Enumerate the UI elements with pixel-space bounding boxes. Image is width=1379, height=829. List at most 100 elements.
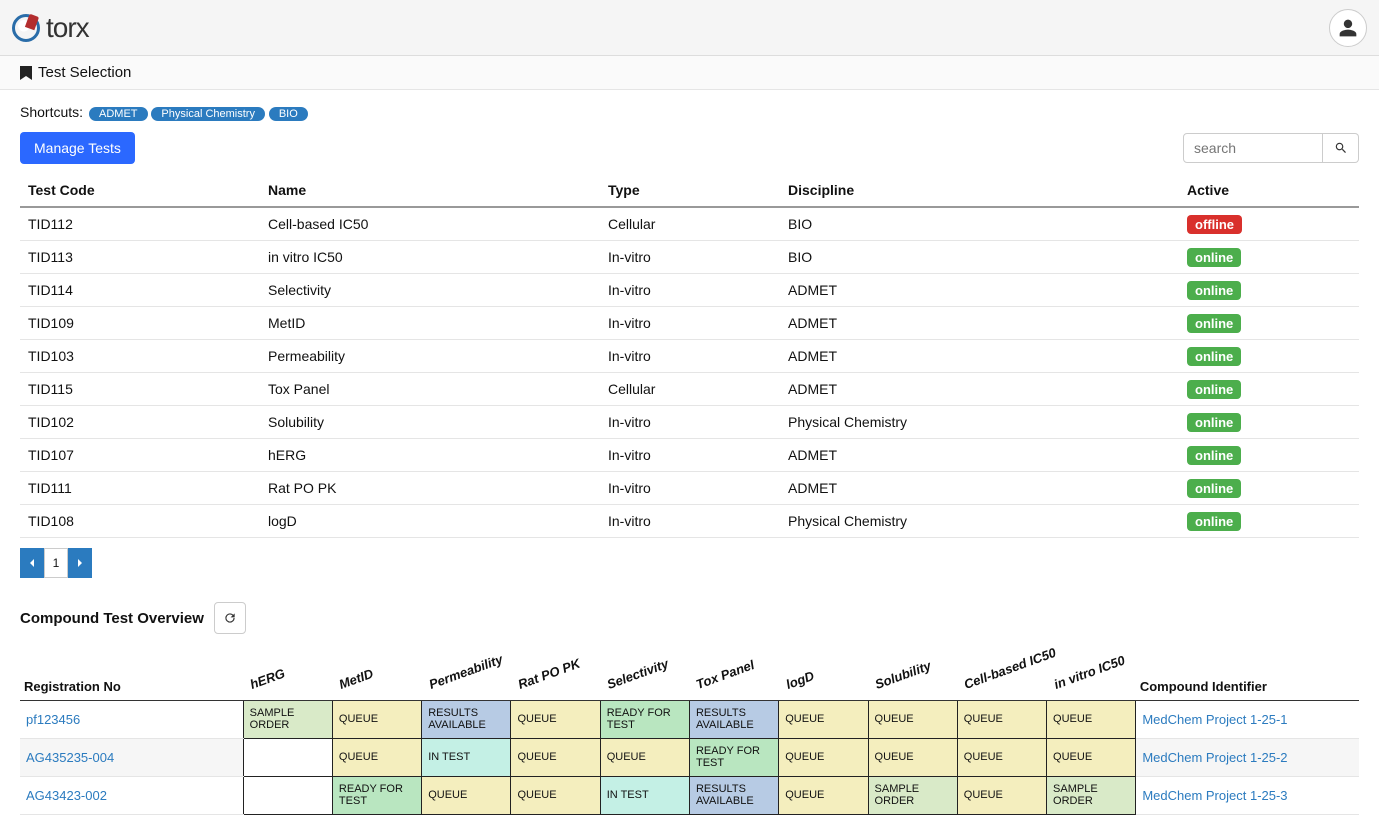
status-cell[interactable]: QUEUE: [779, 738, 868, 776]
status-cell[interactable]: QUEUE: [779, 776, 868, 814]
th-name[interactable]: Name: [260, 174, 600, 207]
status-cell[interactable]: QUEUE: [600, 738, 689, 776]
status-cell[interactable]: QUEUE: [511, 738, 600, 776]
th-compound-identifier[interactable]: Compound Identifier: [1136, 644, 1359, 700]
cell-code: TID112: [20, 207, 260, 241]
shortcut-pill[interactable]: BIO: [269, 107, 308, 121]
search-input[interactable]: [1183, 133, 1323, 163]
cell-type: In-vitro: [600, 406, 780, 439]
status-badge: online: [1187, 446, 1241, 465]
status-cell[interactable]: READY FOR TEST: [600, 700, 689, 738]
registration-link[interactable]: AG435235-004: [26, 750, 114, 765]
user-menu-button[interactable]: [1329, 9, 1367, 47]
th-active[interactable]: Active: [1179, 174, 1359, 207]
th-registration-no[interactable]: Registration No: [20, 644, 243, 700]
overview-row: AG435235-004QUEUEIN TESTQUEUEQUEUEREADY …: [20, 738, 1359, 776]
shortcut-pill[interactable]: ADMET: [89, 107, 148, 121]
search-icon: [1334, 141, 1348, 155]
cell-name: MetID: [260, 307, 600, 340]
logo[interactable]: torx: [12, 12, 89, 44]
status-cell[interactable]: QUEUE: [957, 700, 1046, 738]
page-prev-button[interactable]: [20, 548, 44, 578]
cell-code: TID114: [20, 274, 260, 307]
status-cell[interactable]: READY FOR TEST: [689, 738, 778, 776]
compound-link[interactable]: MedChem Project 1-25-1: [1142, 712, 1287, 727]
status-cell[interactable]: QUEUE: [1047, 738, 1136, 776]
th-test[interactable]: Permeability: [422, 644, 511, 700]
th-discipline[interactable]: Discipline: [780, 174, 1179, 207]
status-cell[interactable]: READY FOR TEST: [332, 776, 421, 814]
table-row[interactable]: TID115Tox PanelCellularADMETonline: [20, 373, 1359, 406]
status-cell[interactable]: SAMPLE ORDER: [1047, 776, 1136, 814]
table-row[interactable]: TID111Rat PO PKIn-vitroADMETonline: [20, 472, 1359, 505]
compound-link[interactable]: MedChem Project 1-25-2: [1142, 750, 1287, 765]
th-test[interactable]: Tox Panel: [689, 644, 778, 700]
cell-compound-identifier: MedChem Project 1-25-3: [1136, 776, 1359, 814]
th-test[interactable]: logD: [779, 644, 868, 700]
table-row[interactable]: TID114SelectivityIn-vitroADMETonline: [20, 274, 1359, 307]
cell-discipline: Physical Chemistry: [780, 406, 1179, 439]
status-cell[interactable]: SAMPLE ORDER: [243, 700, 332, 738]
status-badge: online: [1187, 281, 1241, 300]
status-cell[interactable]: RESULTS AVAILABLE: [689, 776, 778, 814]
status-cell[interactable]: QUEUE: [1047, 700, 1136, 738]
th-test[interactable]: in vitro IC50: [1047, 644, 1136, 700]
status-cell[interactable]: QUEUE: [332, 700, 421, 738]
cell-code: TID113: [20, 241, 260, 274]
manage-tests-button[interactable]: Manage Tests: [20, 132, 135, 164]
status-cell[interactable]: [243, 738, 332, 776]
table-row[interactable]: TID107hERGIn-vitroADMETonline: [20, 439, 1359, 472]
compound-link[interactable]: MedChem Project 1-25-3: [1142, 788, 1287, 803]
status-cell[interactable]: QUEUE: [422, 776, 511, 814]
status-cell[interactable]: [243, 776, 332, 814]
cell-registration-no: AG435235-004: [20, 738, 243, 776]
cell-compound-identifier: MedChem Project 1-25-2: [1136, 738, 1359, 776]
status-cell[interactable]: QUEUE: [868, 700, 957, 738]
th-test[interactable]: Solubility: [868, 644, 957, 700]
status-cell[interactable]: QUEUE: [779, 700, 868, 738]
th-test[interactable]: MetID: [332, 644, 421, 700]
th-test-code[interactable]: Test Code: [20, 174, 260, 207]
th-test[interactable]: Rat PO PK: [511, 644, 600, 700]
cell-type: In-vitro: [600, 505, 780, 538]
cell-active: online: [1179, 241, 1359, 274]
th-test[interactable]: Selectivity: [600, 644, 689, 700]
registration-link[interactable]: pf123456: [26, 712, 80, 727]
status-cell[interactable]: QUEUE: [332, 738, 421, 776]
registration-link[interactable]: AG43423-002: [26, 788, 107, 803]
overview-title: Compound Test Overview: [20, 610, 204, 627]
status-badge: online: [1187, 413, 1241, 432]
page-next-button[interactable]: [68, 548, 92, 578]
status-cell[interactable]: QUEUE: [957, 776, 1046, 814]
th-test[interactable]: hERG: [243, 644, 332, 700]
cell-discipline: ADMET: [780, 439, 1179, 472]
status-cell[interactable]: SAMPLE ORDER: [868, 776, 957, 814]
table-row[interactable]: TID109MetIDIn-vitroADMETonline: [20, 307, 1359, 340]
cell-active: online: [1179, 307, 1359, 340]
shortcut-pill[interactable]: Physical Chemistry: [151, 107, 265, 121]
status-cell[interactable]: RESULTS AVAILABLE: [422, 700, 511, 738]
status-cell[interactable]: RESULTS AVAILABLE: [689, 700, 778, 738]
status-cell[interactable]: QUEUE: [511, 700, 600, 738]
shortcuts-label: Shortcuts:: [20, 104, 83, 120]
table-row[interactable]: TID103PermeabilityIn-vitroADMETonline: [20, 340, 1359, 373]
cell-registration-no: AG43423-002: [20, 776, 243, 814]
status-cell[interactable]: QUEUE: [868, 738, 957, 776]
table-row[interactable]: TID112Cell-based IC50CellularBIOoffline: [20, 207, 1359, 241]
status-badge: online: [1187, 347, 1241, 366]
refresh-button[interactable]: [214, 602, 246, 634]
cell-active: online: [1179, 505, 1359, 538]
th-test[interactable]: Cell-based IC50: [957, 644, 1046, 700]
cell-active: online: [1179, 472, 1359, 505]
table-row[interactable]: TID113in vitro IC50In-vitroBIOonline: [20, 241, 1359, 274]
overview-header: Compound Test Overview: [20, 602, 1359, 634]
table-row[interactable]: TID102SolubilityIn-vitroPhysical Chemist…: [20, 406, 1359, 439]
search-button[interactable]: [1323, 133, 1359, 163]
status-cell[interactable]: IN TEST: [600, 776, 689, 814]
status-cell[interactable]: QUEUE: [957, 738, 1046, 776]
table-row[interactable]: TID108logDIn-vitroPhysical Chemistryonli…: [20, 505, 1359, 538]
status-cell[interactable]: QUEUE: [511, 776, 600, 814]
cell-discipline: ADMET: [780, 274, 1179, 307]
status-cell[interactable]: IN TEST: [422, 738, 511, 776]
th-type[interactable]: Type: [600, 174, 780, 207]
